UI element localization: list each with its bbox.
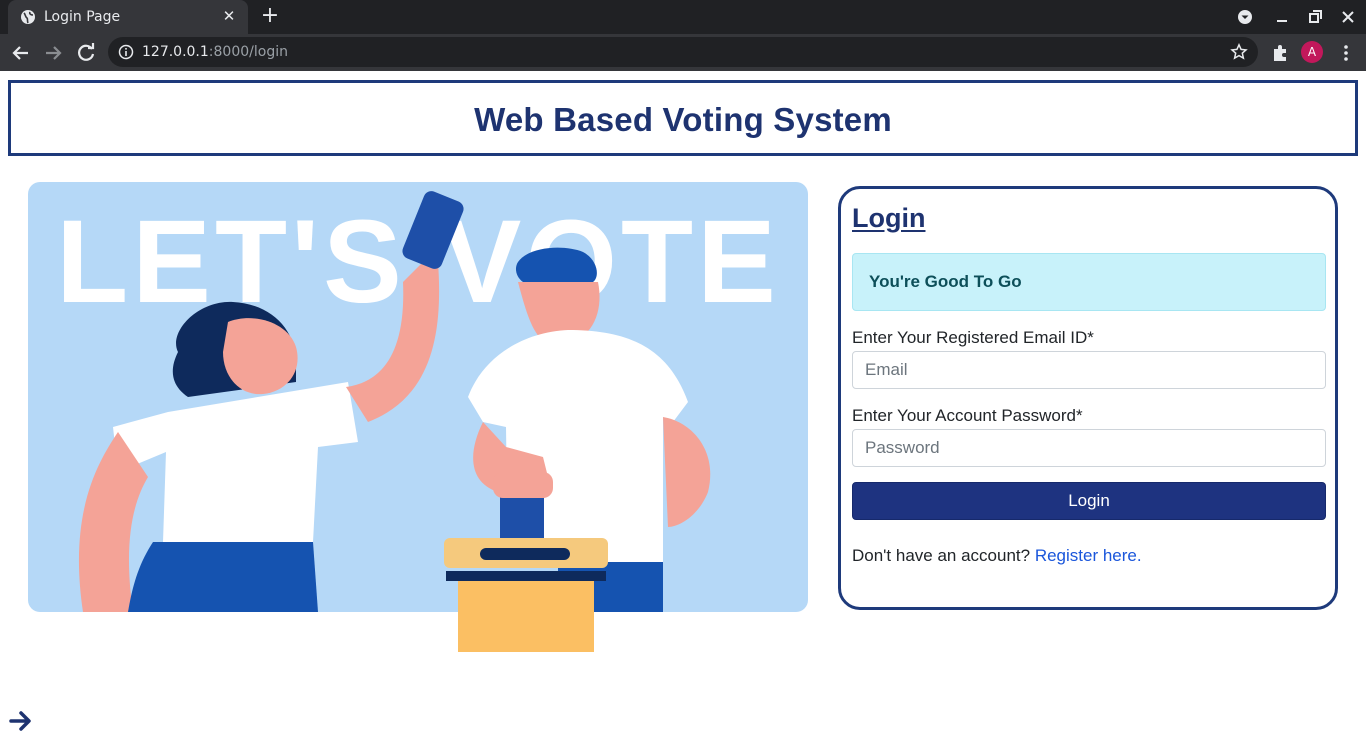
minimize-icon[interactable] <box>1271 6 1293 28</box>
url-path: :8000/login <box>208 44 288 60</box>
login-heading[interactable]: Login <box>852 203 925 234</box>
url-host: 127.0.0.1 <box>142 44 209 60</box>
close-icon[interactable]: ✕ <box>220 7 238 25</box>
page-title: Web Based Voting System <box>474 101 892 138</box>
register-row: Don't have an account? Register here. <box>852 546 1142 566</box>
register-prompt: Don't have an account? <box>852 546 1031 565</box>
globe-icon <box>21 10 35 24</box>
browser-tab-strip: Login Page ✕ + <box>0 0 1366 34</box>
restore-icon[interactable] <box>1304 6 1326 28</box>
email-field[interactable] <box>852 351 1326 389</box>
login-button[interactable]: Login <box>852 482 1326 520</box>
site-header: Web Based Voting System <box>8 80 1358 156</box>
star-icon[interactable] <box>1230 43 1248 61</box>
reload-icon[interactable] <box>73 40 99 66</box>
menu-icon[interactable] <box>1333 40 1359 66</box>
register-link[interactable]: Register here. <box>1035 546 1142 565</box>
tab-title: Login Page <box>44 9 121 25</box>
alert-message: You're Good To Go <box>869 272 1022 291</box>
address-bar[interactable]: 127.0.0.1:8000/login <box>108 37 1258 67</box>
plus-icon[interactable]: + <box>258 5 282 29</box>
browser-tab[interactable]: Login Page ✕ <box>8 0 248 34</box>
back-icon[interactable] <box>8 40 34 66</box>
lets-vote-illustration: LET'S VOTE <box>28 182 808 652</box>
arrow-right-icon[interactable] <box>9 710 33 732</box>
forward-icon[interactable] <box>40 40 66 66</box>
password-field[interactable] <box>852 429 1326 467</box>
password-label: Enter Your Account Password* <box>852 406 1083 425</box>
info-icon[interactable] <box>118 44 134 60</box>
tab-search-icon[interactable] <box>1234 6 1256 28</box>
email-label: Enter Your Registered Email ID* <box>852 328 1094 347</box>
extensions-icon[interactable] <box>1267 40 1293 66</box>
url-text: 127.0.0.1:8000/login <box>142 44 288 60</box>
profile-avatar[interactable]: A <box>1301 41 1323 63</box>
browser-toolbar: 127.0.0.1:8000/login A <box>0 34 1366 71</box>
window-close-icon[interactable] <box>1337 6 1359 28</box>
login-card: Login You're Good To Go Enter Your Regis… <box>838 186 1338 610</box>
success-alert: You're Good To Go <box>852 253 1326 311</box>
